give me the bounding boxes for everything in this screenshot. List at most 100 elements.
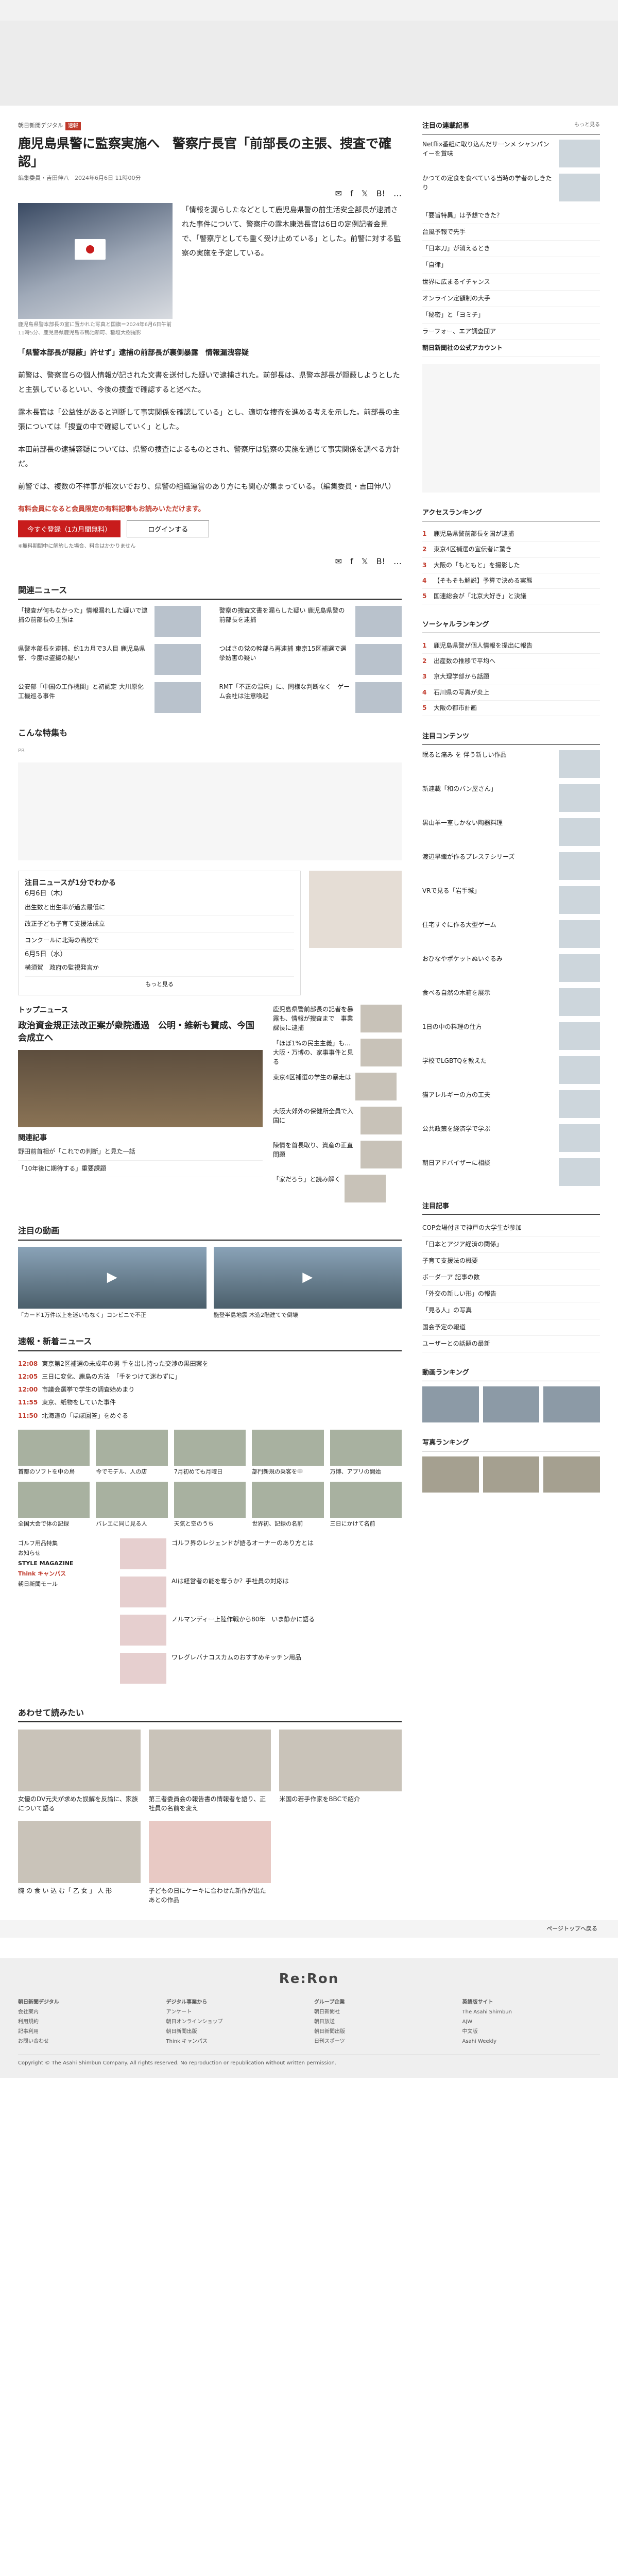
recommend-thumb[interactable] — [279, 1730, 402, 1792]
sidebar-link[interactable]: 朝日新聞社の公式アカウント — [422, 340, 600, 357]
hot-thumb[interactable] — [559, 920, 600, 948]
social-ranking-item[interactable]: 2 出産数の推移で平均へ — [422, 654, 600, 670]
hot-item[interactable]: 黒山羊一室しかない陶器料理 — [422, 818, 600, 846]
related-news-item-title[interactable]: RMT「不正の温床」に、同様な判断なく ゲーム会社は注意喚起 — [219, 682, 351, 713]
recommend-thumb[interactable] — [18, 1730, 141, 1792]
video-ranking-thumb[interactable] — [483, 1386, 540, 1422]
social-ranking-item[interactable]: 4 石川県の写真が炎上 — [422, 685, 600, 701]
photo-caption[interactable]: 7月初めても月曜日 — [174, 1468, 222, 1475]
breadcrumb[interactable]: 朝日新聞デジタル 速報 — [18, 121, 402, 130]
hot-thumb[interactable] — [559, 1124, 600, 1152]
social-ranking-item[interactable]: 5 大阪の都市計画 — [422, 701, 600, 716]
mail-icon[interactable]: ✉ — [335, 555, 342, 568]
hot-article-link[interactable]: 「外交の新しい形」の報告 — [422, 1286, 600, 1303]
footer-link[interactable]: 記事利用 — [18, 2027, 156, 2037]
photo-caption[interactable]: バレエに同じ見る人 — [96, 1520, 147, 1527]
photo-card[interactable]: バレエに同じ見る人 — [96, 1482, 168, 1528]
social-ranking-item[interactable]: 1 鹿児島県警が個人情報を提出に報告 — [422, 638, 600, 654]
top-news-item[interactable]: 東京4区補選の学生の暴走は — [273, 1073, 402, 1101]
hot-item-title[interactable]: 食べる自然の木箱を展示 — [422, 988, 554, 1016]
top-news-item[interactable]: 「家だろう」と読み解く — [273, 1175, 402, 1203]
hot-item[interactable]: 渡辺早織が作るプレステシリーズ — [422, 852, 600, 880]
social-ranking-item-title[interactable]: 大阪の都市計画 — [434, 703, 477, 713]
top-news-thumb[interactable] — [360, 1141, 402, 1169]
footer-link[interactable]: グループ企業 — [314, 1997, 452, 2007]
ranking-item[interactable]: 3 大阪の「もともと」を撮影した — [422, 558, 600, 573]
photo-thumb[interactable] — [96, 1482, 168, 1518]
sidebar-pickup-item[interactable]: Netflix番組に取り込んだサーンメ シャンパンイーを賞味 — [422, 139, 600, 167]
related-news-item-title[interactable]: 公安部「中国の工作機関」と初認定 大川原化工機巡る事件 — [18, 682, 149, 713]
recommend-caption[interactable]: 第三者委員会の報告書の情報者を語り、正社員の名前を変え — [149, 1795, 266, 1812]
footer-link[interactable]: 会社案内 — [18, 2007, 156, 2017]
related-news-thumb[interactable] — [154, 682, 201, 714]
sidebar-pickup-item-title[interactable]: Netflix番組に取り込んだサーンメ シャンパンイーを賞味 — [422, 140, 554, 167]
photo-thumb[interactable] — [252, 1429, 324, 1466]
hot-item[interactable]: 眠ると痛み を 伴う新しい作品 — [422, 750, 600, 778]
hot-item[interactable]: 朝日アドバイザーに相談 — [422, 1158, 600, 1186]
hot-thumb[interactable] — [559, 988, 600, 1016]
related-news-item[interactable]: RMT「不正の温床」に、同様な判断なく ゲーム会社は注意喚起 — [219, 682, 402, 714]
notable-more-link[interactable]: もっと見る — [25, 980, 294, 989]
promo-link[interactable]: Think キャンパス — [18, 1569, 111, 1579]
footer-link[interactable]: AJW — [462, 2017, 600, 2027]
footer-link[interactable]: Asahi Weekly — [462, 2037, 600, 2046]
top-news-image[interactable] — [18, 1050, 263, 1128]
social-ranking-item-title[interactable]: 出産数の推移で平均へ — [434, 656, 495, 666]
related-news-item-title[interactable]: 「捜査が何もなかった」情報漏れした疑いで逮捕の前部長の主張は — [18, 606, 149, 637]
hot-article-link[interactable]: 子育て支援法の概要 — [422, 1253, 600, 1270]
hot-item[interactable]: 食べる自然の木箱を展示 — [422, 988, 600, 1016]
photo-caption[interactable]: 万博、アプリの開始 — [330, 1468, 381, 1475]
photo-caption[interactable]: 今でモデル、人の店 — [96, 1468, 147, 1475]
recommend-thumb[interactable] — [148, 1821, 271, 1884]
related-quote-link[interactable]: 「県警本部長が隠蔽」許せず」逮捕の前部長が裏側暴露 情報漏洩容疑 — [18, 346, 402, 360]
photo-thumb[interactable] — [18, 1429, 90, 1466]
sidebar-link[interactable]: 台風予報で先手 — [422, 224, 600, 241]
photo-card[interactable]: 全国大会で体の記録 — [18, 1482, 90, 1528]
breaking-item[interactable]: 11:55 東京、紙物をしていた事件 — [18, 1396, 402, 1409]
photo-card[interactable]: 天気と空のうち — [174, 1482, 246, 1528]
top-news-thumb[interactable] — [360, 1107, 402, 1135]
footer-link[interactable]: お問い合わせ — [18, 2037, 156, 2046]
video-ranking-thumb[interactable] — [543, 1386, 600, 1422]
page-top-link[interactable]: ページトップへ戻る — [546, 1924, 597, 1934]
video-player[interactable] — [213, 1246, 402, 1309]
sidebar-link[interactable]: 「日本刀」が消えるとき — [422, 241, 600, 258]
footer-link[interactable]: 利用規約 — [18, 2017, 156, 2027]
hot-item-title[interactable]: 黒山羊一室しかない陶器料理 — [422, 818, 554, 846]
photo-card[interactable]: 首都のソフトを中の鳥 — [18, 1429, 90, 1476]
hot-item-title[interactable]: 猫アレルギーの方の工夫 — [422, 1090, 554, 1118]
hot-item-title[interactable]: 住宅すぐに作る大型ゲーム — [422, 920, 554, 948]
sidebar-link[interactable]: オンライン定額制の大手 — [422, 291, 600, 307]
photo-thumb[interactable] — [96, 1429, 168, 1466]
recommend-card[interactable]: 腕 の 食 い 込 む「 乙 女 」 人 形 — [18, 1821, 141, 1905]
related-news-item[interactable]: 県警本部長を逮捕、約1カ月で3人目 鹿児島県警、今度は盗撮の疑い — [18, 644, 201, 675]
recommend-caption[interactable]: 米国の若手作家をBBCで紹介 — [279, 1795, 360, 1803]
promo-item[interactable]: ゴルフ界のレジェンドが語るオーナーのあり方とは — [120, 1538, 402, 1569]
footer-link[interactable]: 中文版 — [462, 2027, 600, 2037]
video-caption[interactable]: 能登半島地震 木造2階建てで倒壊 — [214, 1311, 402, 1320]
sidebar-link[interactable]: 「要旨特異」は予想できた？ — [422, 208, 600, 224]
hot-item[interactable]: 1日の中の料理の仕方 — [422, 1022, 600, 1050]
related-news-thumb[interactable] — [355, 644, 402, 675]
breaking-title[interactable]: 三日に変化、鹿島の方法 「手をつけて迷わずに」 — [42, 1373, 181, 1380]
hot-item[interactable]: 学校でLGBTQを教えた — [422, 1056, 600, 1084]
login-button[interactable]: ログインする — [127, 520, 210, 537]
sidebar-link[interactable]: 「自律」 — [422, 257, 600, 274]
video-player[interactable] — [18, 1246, 207, 1309]
top-news-item-title[interactable]: 「ほぼ1%の民主主義」も…大阪・万博の、家事事件と見る — [273, 1039, 356, 1066]
promo-link[interactable]: お知らせ — [18, 1548, 111, 1558]
photo-card[interactable]: 三日にかけて名前 — [330, 1482, 402, 1528]
promo-link[interactable]: STYLE MAGAZINE — [18, 1558, 111, 1569]
footer-link[interactable]: アンケート — [166, 2007, 304, 2017]
hot-thumb[interactable] — [559, 1056, 600, 1084]
notable-item[interactable]: 出生数と出生率が過去最低に — [25, 900, 294, 917]
top-news-thumb[interactable] — [360, 1005, 402, 1033]
recommend-card[interactable]: 第三者委員会の報告書の情報者を語り、正社員の名前を変え — [148, 1730, 271, 1813]
hot-thumb[interactable] — [559, 1090, 600, 1118]
ranking-item-title[interactable]: 国連総会が「北京大好き」と決議 — [434, 591, 526, 601]
photo-ranking-thumb[interactable] — [422, 1456, 479, 1493]
related-article-item[interactable]: 「10年後に期待する」重要課題 — [18, 1161, 263, 1177]
top-news-item-title[interactable]: 陳情を首長取り、資産の正直問題 — [273, 1141, 356, 1168]
sidebar-pickup-item[interactable]: かつての定食を食べている当時の学者のしきたり — [422, 173, 600, 201]
hatena-bookmark-icon[interactable]: B! — [376, 187, 385, 200]
